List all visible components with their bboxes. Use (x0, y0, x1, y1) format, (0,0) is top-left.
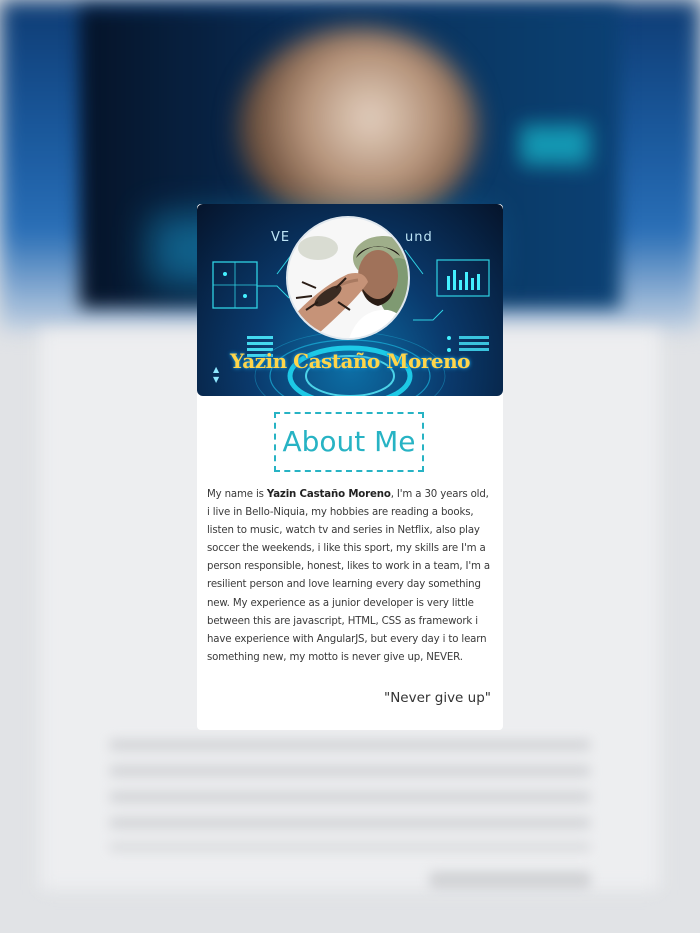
profile-banner: ▲ ▼ VE und Yazin Castaño Moreno (197, 204, 503, 396)
profile-card: ▲ ▼ VE und Yazin Castaño Moreno About Me… (197, 204, 503, 730)
about-text: My name is Yazin Castaño Moreno, I'm a 3… (207, 486, 493, 667)
motto-quote: "Never give up" (384, 690, 491, 706)
banner-word-right: und (405, 230, 433, 245)
banner-name: Yazin Castaño Moreno (230, 349, 470, 373)
avatar-photo (288, 218, 408, 338)
about-body: , I'm a 30 years old, i live in Bello-Ni… (207, 489, 491, 663)
about-intro: My name is (207, 489, 267, 500)
about-section: About Me My name is Yazin Castaño Moreno… (197, 402, 503, 730)
about-title: About Me (274, 412, 424, 472)
svg-text:▼: ▼ (213, 375, 220, 384)
avatar (286, 216, 410, 340)
about-name-bold: Yazin Castaño Moreno (266, 489, 391, 500)
